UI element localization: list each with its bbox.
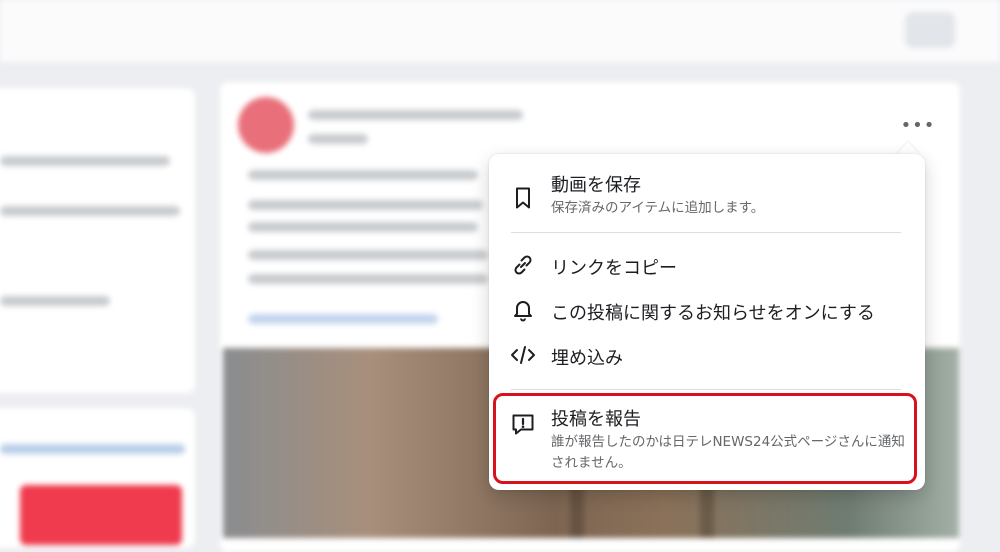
menu-item-description: 誰が報告したのかは日テレNEWS24公式ページさんに通知されません。 <box>551 434 905 471</box>
link-icon <box>509 251 537 279</box>
red-banner <box>20 485 182 545</box>
post-options-menu: 動画を保存 保存済みのアイテムに追加します。 リンクをコピー この投稿に関するお… <box>489 154 925 490</box>
report-icon <box>509 410 537 438</box>
more-options-icon: ••• <box>900 114 936 136</box>
page-avatar <box>238 97 294 153</box>
bookmark-icon <box>509 184 537 212</box>
menu-divider <box>511 232 901 233</box>
menu-item-report-post[interactable]: 投稿を報告 誰が報告したのかは日テレNEWS24公式ページさんに通知されません。 <box>489 397 925 477</box>
bell-icon <box>509 296 537 324</box>
menu-item-label: 埋め込み <box>551 348 623 369</box>
left-sidebar-card <box>0 88 195 393</box>
menu-item-description: 保存済みのアイテムに追加します。 <box>551 200 765 216</box>
menu-item-label: 投稿を報告 <box>551 409 641 430</box>
menu-item-label: この投稿に関するお知らせをオンにする <box>551 303 875 324</box>
menu-item-copy-link[interactable]: リンクをコピー <box>489 244 925 286</box>
menu-item-embed[interactable]: 埋め込み <box>489 334 925 376</box>
code-icon <box>509 341 537 369</box>
top-bar <box>0 0 1000 62</box>
menu-divider <box>511 389 901 390</box>
top-bar-button <box>905 12 955 48</box>
menu-item-notifications[interactable]: この投稿に関するお知らせをオンにする <box>489 289 925 331</box>
menu-item-label: リンクをコピー <box>551 258 677 279</box>
menu-item-save-video[interactable]: 動画を保存 保存済みのアイテムに追加します。 <box>489 164 925 224</box>
menu-item-label: 動画を保存 <box>551 175 641 196</box>
more-options-button[interactable]: ••• <box>900 112 936 138</box>
